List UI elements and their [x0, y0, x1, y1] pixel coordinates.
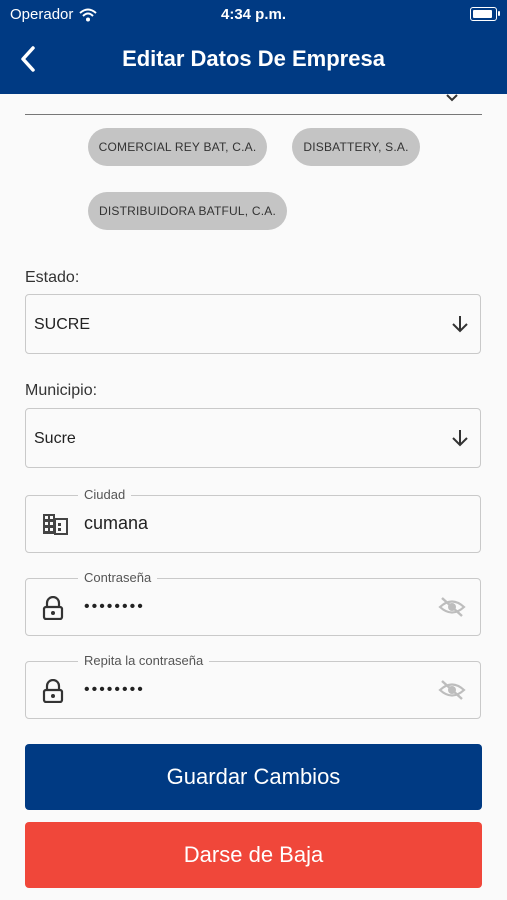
password-label: Contraseña — [78, 570, 158, 585]
arrow-down-icon — [452, 430, 468, 447]
estado-label: Estado: — [25, 269, 80, 286]
estado-value: SUCRE — [34, 316, 91, 333]
distributor-chip[interactable]: COMERCIAL REY BAT, C.A. — [88, 128, 267, 166]
password-confirm-value: •••••••• — [84, 681, 145, 698]
distributor-chip[interactable]: DISTRIBUIDORA BATFUL, C.A. — [88, 192, 287, 230]
estado-select[interactable]: SUCRE — [25, 294, 481, 354]
lock-icon — [42, 596, 64, 620]
status-time: 4:34 p.m. — [220, 6, 287, 23]
save-changes-button[interactable]: Guardar Cambios — [25, 744, 482, 810]
ciudad-field[interactable]: Ciudad cumana — [25, 487, 481, 553]
municipio-select[interactable]: Sucre — [25, 408, 481, 468]
password-value: •••••••• — [84, 598, 145, 615]
eye-off-icon[interactable] — [438, 679, 466, 701]
battery-icon — [470, 7, 500, 21]
password-confirm-label: Repita la contraseña — [78, 653, 210, 668]
chevron-down-icon[interactable] — [445, 94, 459, 104]
distributor-chip[interactable]: DISBATTERY, S.A. — [292, 128, 420, 166]
ciudad-label: Ciudad — [78, 487, 132, 502]
arrow-down-icon — [452, 316, 468, 333]
building-icon — [43, 514, 68, 535]
municipio-label: Municipio: — [25, 382, 98, 399]
municipio-value: Sucre — [34, 430, 76, 447]
password-field[interactable]: Contraseña •••••••• — [25, 570, 481, 636]
eye-off-icon[interactable] — [438, 596, 466, 618]
ciudad-value: cumana — [84, 513, 149, 533]
password-confirm-field[interactable]: Repita la contraseña •••••••• — [25, 653, 481, 719]
page-title: Editar Datos De Empresa — [122, 46, 385, 71]
app-bar: Operador 4:34 p.m. Editar Datos De Empre… — [0, 0, 507, 94]
partially-scrolled-field[interactable] — [25, 114, 482, 115]
lock-icon — [42, 679, 64, 703]
status-bar: Operador 4:34 p.m. — [0, 6, 507, 24]
unsubscribe-button[interactable]: Darse de Baja — [25, 822, 482, 888]
